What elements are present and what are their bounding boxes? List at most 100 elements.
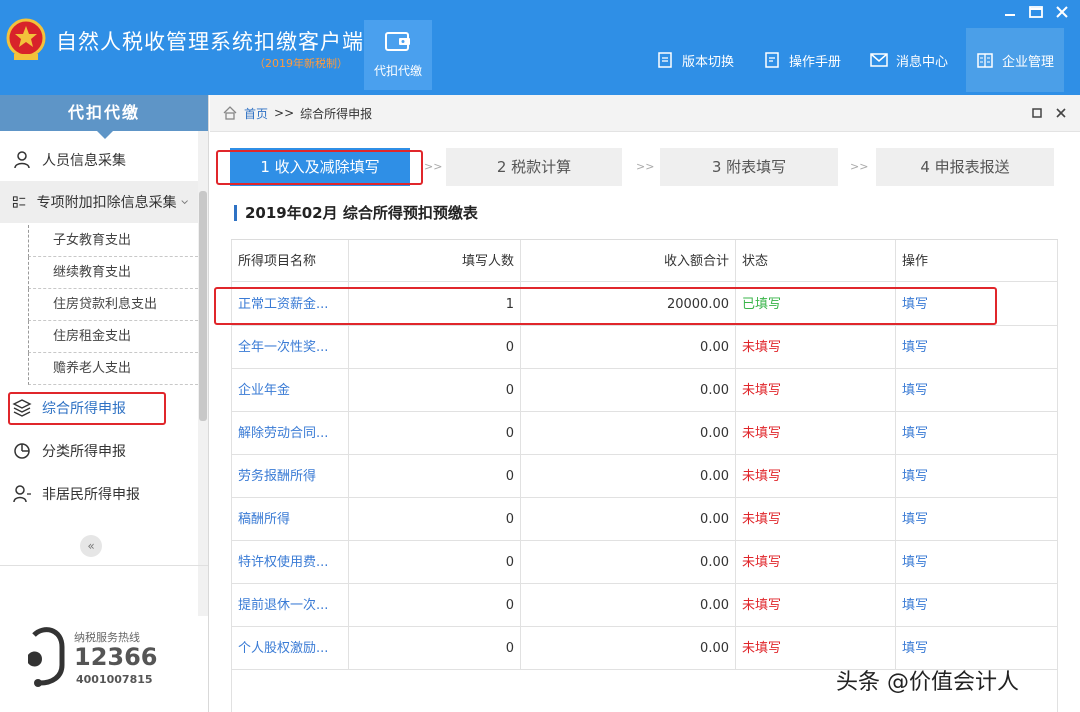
header-count: 填写人数	[349, 240, 521, 283]
mail-icon	[870, 53, 888, 67]
amount-cell: 0.00	[521, 584, 736, 627]
hotline-sub-number: 4001007815	[76, 673, 153, 686]
watermark: 头条 @价值会计人	[836, 670, 1019, 695]
amount-cell: 0.00	[521, 455, 736, 498]
status-cell: 未填写	[736, 326, 896, 369]
sidebar-subitem-elderly-support[interactable]: 赡养老人支出	[28, 353, 198, 385]
step-tax-calculation[interactable]: 2 税款计算	[446, 148, 622, 186]
header-status: 状态	[736, 240, 896, 283]
app-title: 自然人税收管理系统扣缴客户端	[56, 30, 364, 54]
maximize-icon[interactable]	[1028, 4, 1044, 18]
amount-cell: 0.00	[521, 326, 736, 369]
hotline-panel: 纳税服务热线 12366 4001007815	[24, 625, 204, 695]
sidebar-subitem-mortgage-interest[interactable]: 住房贷款利息支出	[28, 289, 198, 321]
count-cell: 0	[349, 541, 521, 584]
manual-button[interactable]: 操作手册	[763, 48, 841, 72]
minimize-icon[interactable]	[1002, 4, 1018, 18]
module-tab-withholding[interactable]: 代扣代缴	[364, 20, 432, 90]
breadcrumb-current: 综合所得申报	[300, 106, 373, 121]
step-arrow: >>	[850, 160, 869, 173]
chevron-down-icon	[181, 200, 188, 205]
panel-controls	[1032, 107, 1066, 118]
item-name-link[interactable]: 解除劳动合同...	[231, 412, 349, 455]
item-name-link[interactable]: 企业年金	[231, 369, 349, 412]
scrollbar-thumb[interactable]	[199, 191, 207, 421]
version-switch-button[interactable]: 版本切换	[656, 48, 734, 72]
app-header: 自然人税收管理系统扣缴客户端 （2019年新税制） 代扣代缴 版本切换 操作手册…	[0, 0, 1080, 95]
enterprise-manage-label: 企业管理	[1002, 54, 1055, 70]
sidebar-subitem-rent[interactable]: 住房租金支出	[28, 321, 198, 353]
section-title-text: 2019年02月 综合所得预扣预缴表	[245, 204, 478, 222]
step-attachment[interactable]: 3 附表填写	[660, 148, 838, 186]
step-arrow: >>	[424, 160, 443, 173]
fill-action-link[interactable]: 填写	[896, 541, 1058, 584]
amount-cell: 0.00	[521, 498, 736, 541]
highlight-box	[216, 150, 423, 185]
count-cell: 0	[349, 455, 521, 498]
amount-cell: 0.00	[521, 627, 736, 670]
sidebar-item-person-info[interactable]: 人员信息采集	[0, 139, 198, 181]
sidebar-item-label: 专项附加扣除信息采集	[36, 195, 177, 211]
enterprise-manage-button[interactable]: 企业管理	[966, 28, 1065, 92]
title-accent-bar	[234, 204, 237, 221]
close-panel-icon[interactable]	[1056, 107, 1066, 118]
fill-action-link[interactable]: 填写	[896, 326, 1058, 369]
headset-icon	[28, 627, 65, 687]
sidebar-subitem-child-education[interactable]: 子女教育支出	[28, 225, 198, 257]
fill-action-link[interactable]: 填写	[896, 455, 1058, 498]
hotline-number: 12366	[74, 643, 158, 671]
status-cell: 未填写	[736, 584, 896, 627]
item-name-link[interactable]: 稿酬所得	[231, 498, 349, 541]
header-action: 操作	[896, 240, 1058, 283]
fill-action-link[interactable]: 填写	[896, 412, 1058, 455]
table-header-row: 所得项目名称 填写人数 收入额合计 状态 操作	[231, 239, 1058, 283]
sidebar-item-nonresident-income[interactable]: 非居民所得申报	[0, 473, 198, 515]
pie-icon	[14, 443, 30, 459]
item-name-link[interactable]: 提前退休一次...	[231, 584, 349, 627]
table-row: 劳务报酬所得 0 0.00 未填写 填写	[231, 455, 1058, 498]
item-name-link[interactable]: 个人股权激励...	[231, 627, 349, 670]
fill-action-link[interactable]: 填写	[896, 369, 1058, 412]
fill-action-link[interactable]: 填写	[896, 584, 1058, 627]
sidebar: 代扣代缴 人员信息采集 专项附加扣除信息采集 子女教育支出 继续教育支出 住房贷…	[0, 95, 209, 712]
manual-icon	[765, 52, 779, 68]
sidebar-item-category-income[interactable]: 分类所得申报	[0, 430, 198, 472]
sidebar-item-label: 非居民所得申报	[42, 487, 140, 503]
item-name-link[interactable]: 特许权使用费...	[231, 541, 349, 584]
count-cell: 0	[349, 627, 521, 670]
building-icon	[977, 53, 993, 68]
highlight-box	[8, 392, 166, 425]
breadcrumb-home-link[interactable]: 首页	[244, 105, 268, 122]
table-row: 提前退休一次... 0 0.00 未填写 填写	[231, 584, 1058, 627]
sidebar-scrollbar[interactable]	[198, 131, 208, 616]
amount-cell: 0.00	[521, 412, 736, 455]
person-plus-icon	[13, 485, 31, 503]
table-row: 企业年金 0 0.00 未填写 填写	[231, 369, 1058, 412]
sidebar-item-special-deduction[interactable]: 专项附加扣除信息采集	[0, 181, 198, 223]
sidebar-title: 代扣代缴	[0, 95, 208, 139]
collapse-sidebar-button[interactable]: «	[80, 535, 102, 557]
person-icon	[14, 151, 30, 169]
fill-action-link[interactable]: 填写	[896, 498, 1058, 541]
table-row: 稿酬所得 0 0.00 未填写 填写	[231, 498, 1058, 541]
status-cell: 未填写	[736, 369, 896, 412]
close-icon[interactable]	[1054, 4, 1070, 18]
table-row: 特许权使用费... 0 0.00 未填写 填写	[231, 541, 1058, 584]
manual-label: 操作手册	[789, 54, 842, 70]
highlight-box	[214, 287, 997, 325]
home-icon	[223, 106, 237, 120]
step-submit[interactable]: 4 申报表报送	[876, 148, 1054, 186]
item-name-link[interactable]: 劳务报酬所得	[231, 455, 349, 498]
status-cell: 未填写	[736, 541, 896, 584]
restore-icon[interactable]	[1032, 107, 1042, 118]
count-cell: 0	[349, 584, 521, 627]
grid-list-icon	[12, 196, 26, 208]
breadcrumb-separator: >>	[274, 106, 295, 120]
table-row: 全年一次性奖... 0 0.00 未填写 填写	[231, 326, 1058, 369]
module-tab-label: 代扣代缴	[373, 64, 422, 78]
message-center-button[interactable]: 消息中心	[870, 48, 948, 72]
sidebar-subitem-continuing-education[interactable]: 继续教育支出	[28, 257, 198, 289]
item-name-link[interactable]: 全年一次性奖...	[231, 326, 349, 369]
document-icon	[658, 52, 672, 68]
app-version: （2019年新税制）	[254, 57, 348, 70]
